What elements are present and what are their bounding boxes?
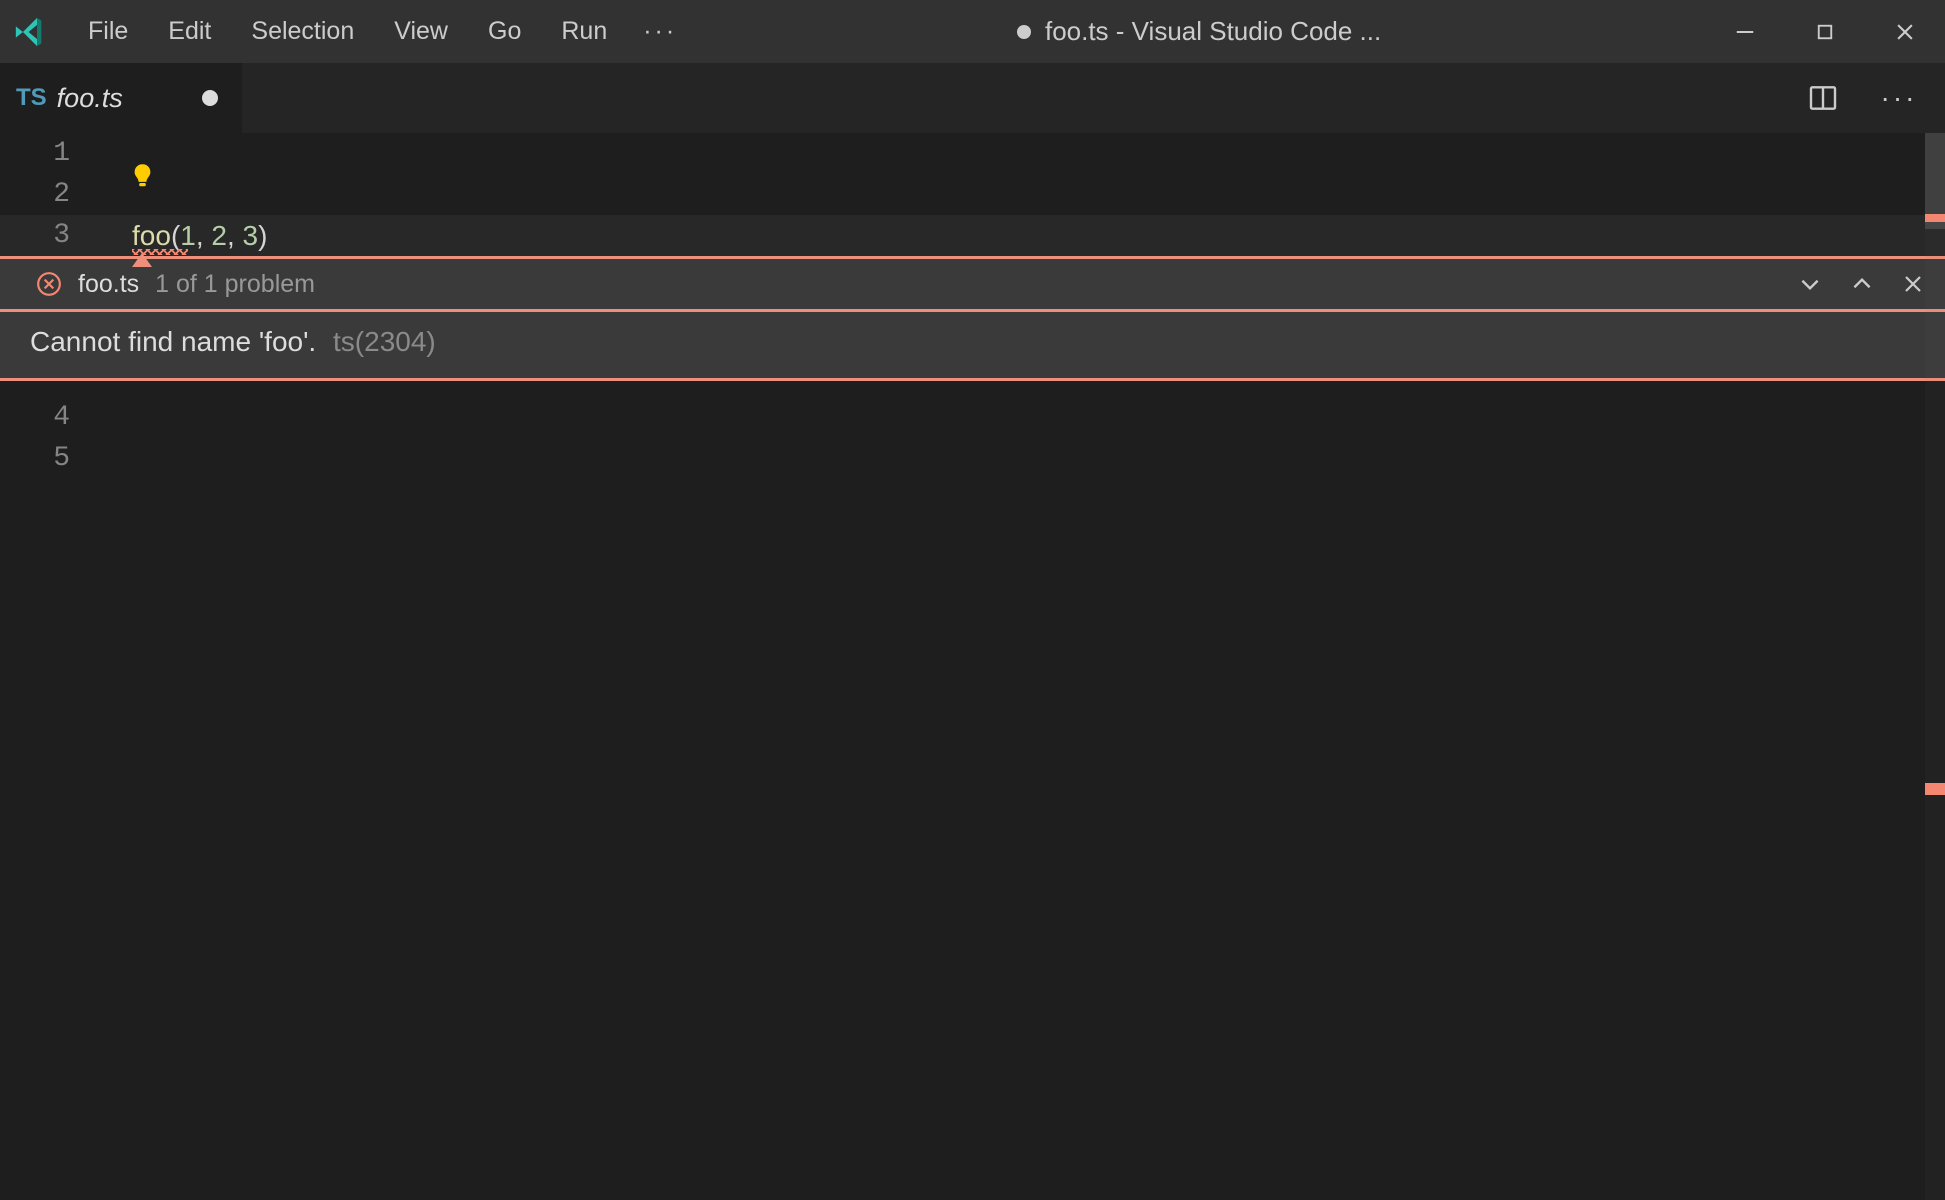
dirty-indicator-icon [1017, 25, 1031, 39]
overview-error-mark-icon [1925, 214, 1945, 222]
error-message-text: Cannot find name 'foo'. [30, 326, 316, 357]
overview-ruler [1925, 133, 1945, 1200]
editor-tabs: TS foo.ts ··· [0, 63, 1945, 133]
minimize-button[interactable] [1705, 0, 1785, 63]
editor-actions: ··· [242, 63, 1945, 133]
menu-bar: File Edit Selection View Go Run ··· [68, 7, 693, 56]
peek-filename: foo.ts [78, 270, 139, 299]
peek-close-button[interactable] [1901, 272, 1925, 296]
peek-pointer-icon [132, 253, 152, 267]
token-number: 1 [180, 220, 196, 251]
error-icon [36, 271, 62, 297]
problem-peek-view: foo.ts 1 of 1 problem Cannot find name '… [0, 256, 1945, 381]
peek-message: Cannot find name 'foo'. ts(2304) [0, 312, 1945, 378]
maximize-button[interactable] [1785, 0, 1865, 63]
window-controls [1705, 0, 1945, 63]
peek-next-button[interactable] [1797, 271, 1823, 297]
token-paren: ( [171, 220, 180, 251]
editor-more-actions-icon[interactable]: ··· [1879, 78, 1919, 118]
lightbulb-icon[interactable] [132, 160, 153, 188]
close-window-button[interactable] [1865, 0, 1945, 63]
peek-header: foo.ts 1 of 1 problem [0, 259, 1945, 309]
code-editor[interactable]: 1 2 3 foo(1, 2, 3) [0, 133, 1945, 256]
token-number: 2 [211, 220, 227, 251]
vscode-logo-icon [10, 15, 50, 49]
line-number: 4 [0, 397, 82, 438]
token-identifier: foo [132, 220, 171, 251]
window-title: foo.ts - Visual Studio Code ... [693, 16, 1705, 47]
error-code-text: ts(2304) [333, 326, 436, 357]
window-title-filename: foo.ts [1045, 16, 1109, 46]
editor-area: 1 2 3 foo(1, 2, 3) [0, 133, 1945, 1200]
line-number: 2 [0, 174, 82, 215]
window-title-suffix: - Visual Studio Code ... [1109, 16, 1382, 46]
line-number: 1 [0, 133, 82, 174]
menu-view[interactable]: View [374, 7, 468, 56]
token-number: 3 [243, 220, 259, 251]
split-editor-button[interactable] [1803, 78, 1843, 118]
typescript-file-icon: TS [16, 84, 47, 112]
menu-run[interactable]: Run [541, 7, 627, 56]
tab-dirty-indicator-icon [202, 90, 218, 106]
token-paren: ) [258, 220, 267, 251]
peek-prev-button[interactable] [1849, 271, 1875, 297]
menu-selection[interactable]: Selection [231, 7, 374, 56]
line-number: 5 [0, 438, 82, 479]
tab-filename: foo.ts [57, 83, 123, 114]
overview-error-mark-icon [1925, 783, 1945, 795]
menu-file[interactable]: File [68, 7, 148, 56]
token-comma: , [196, 220, 212, 251]
menu-go[interactable]: Go [468, 7, 541, 56]
code-line[interactable]: foo(1, 2, 3) [82, 215, 267, 259]
code-editor-continued[interactable]: 4 5 [0, 381, 1945, 479]
line-number: 3 [0, 215, 82, 256]
tab-foo-ts[interactable]: TS foo.ts [0, 63, 242, 133]
peek-actions [1797, 271, 1925, 297]
title-bar: File Edit Selection View Go Run ··· foo.… [0, 0, 1945, 63]
token-comma: , [227, 220, 243, 251]
menu-more-icon[interactable]: ··· [627, 7, 693, 56]
menu-edit[interactable]: Edit [148, 7, 231, 56]
peek-problem-count: 1 of 1 problem [155, 270, 315, 299]
